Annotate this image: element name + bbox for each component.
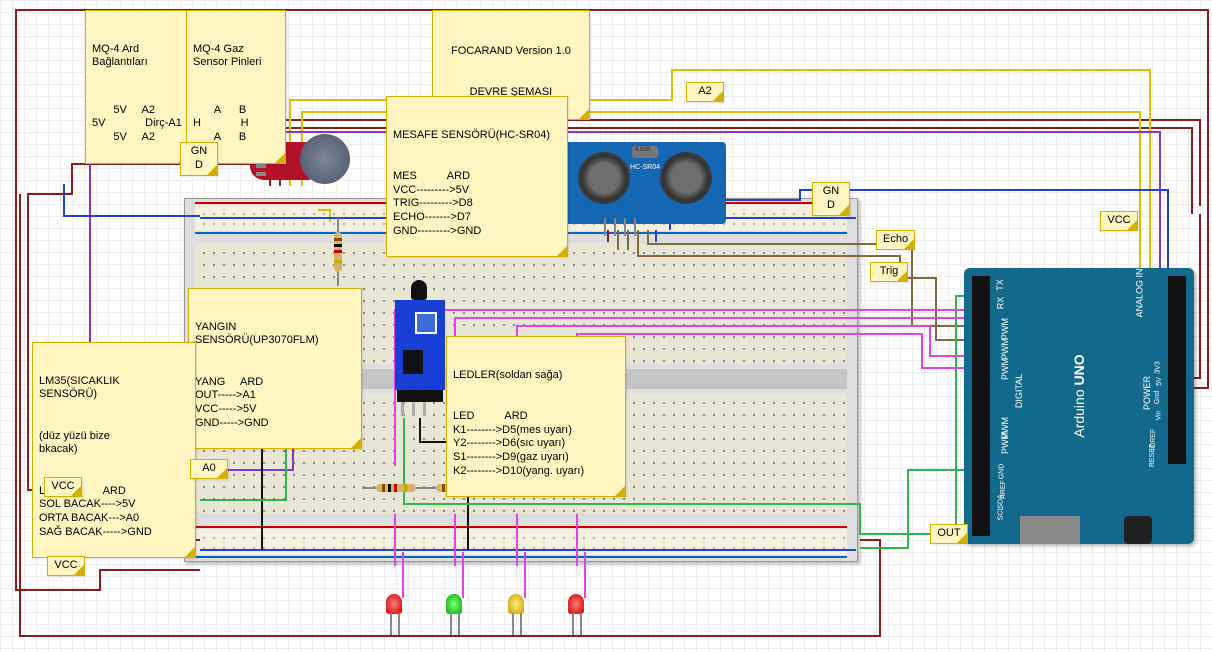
- note-hcsr04: MESAFE SENSÖRÜ(HC-SR04) MES ARD VCC-----…: [386, 96, 568, 257]
- arduino-dc-jack: [1124, 516, 1152, 544]
- ard-lbl-pwm1: PWM: [1000, 318, 1010, 340]
- tag-vcc-2: VCC: [47, 556, 85, 576]
- note-mq4-gas-title: MQ-4 Gaz Sensor Pinleri: [193, 43, 279, 71]
- hcsr04-sensor: 4.000 HC-SR04: [564, 142, 726, 224]
- arduino-analog-power-header: [1168, 276, 1186, 464]
- flame-sensor: [375, 280, 455, 410]
- ard-lbl-vin: Vin: [1156, 411, 1163, 421]
- note-lm35-sub: (düz yüzü bize bkacak): [39, 430, 189, 458]
- ard-lbl-pwm2: PWM: [1000, 338, 1010, 360]
- ard-lbl-sda: SDA: [998, 494, 1005, 508]
- note-flame: YANGIN SENSÖRÜ(UP3070FLM) YANG ARD OUT--…: [188, 288, 362, 449]
- ard-lbl-tx: TX: [995, 279, 1005, 291]
- ard-lbl-analog: ANALOG IN: [1134, 268, 1144, 317]
- tag-gnd-right: GN D: [812, 182, 850, 216]
- tag-gnd-left: GN D: [180, 142, 218, 176]
- note-lm35: LM35(SICAKLIK SENSÖRÜ) (düz yüzü bize bk…: [32, 342, 196, 558]
- ard-lbl-pwm5: PWM: [1000, 432, 1010, 454]
- note-mq4-ard: MQ-4 Ard Bağlantıları 5V A2 5V Dirç-A1 5…: [85, 10, 189, 164]
- ard-lbl-power: POWER: [1142, 376, 1152, 410]
- led-0: [386, 594, 404, 620]
- ard-lbl-scl: SCL: [997, 507, 1004, 521]
- note-hcsr04-body: MES ARD VCC--------->5V TRIG--------->D8…: [393, 170, 561, 239]
- led-2: [508, 594, 526, 620]
- tag-vcc-3: VCC: [1100, 211, 1138, 231]
- note-leds-body: LED ARD K1-------->D5(mes uyarı) Y2-----…: [453, 410, 619, 479]
- note-hcsr04-title: MESAFE SENSÖRÜ(HC-SR04): [393, 129, 561, 143]
- arduino-digital-header: [972, 276, 990, 536]
- tag-a2: A2: [686, 82, 724, 102]
- note-lm35-title: LM35(SICAKLIK SENSÖRÜ): [39, 375, 189, 403]
- tag-a0: A0: [190, 459, 228, 479]
- tag-trig: Trig: [870, 262, 908, 282]
- tag-echo: Echo: [876, 230, 915, 250]
- ard-lbl-5v: 5V: [1156, 377, 1163, 386]
- ard-lbl-gnd2: GND: [998, 464, 1005, 480]
- note-mq4-ard-title: MQ-4 Ard Bağlantıları: [92, 43, 182, 71]
- ard-lbl-pwm3: PWM: [1000, 358, 1010, 380]
- mq4-resistor: [334, 232, 342, 272]
- arduino-uno: Arduino UNO TX RX PWM PWM PWM PWM PWM DI…: [964, 268, 1194, 544]
- ard-lbl-digital: DIGITAL: [1014, 374, 1024, 408]
- note-leds: LEDLER(soldan sağa) LED ARD K1-------->D…: [446, 336, 626, 497]
- arduino-usb-port: [1020, 516, 1080, 544]
- led-3: [568, 594, 586, 620]
- title-line1: FOCARAND Version 1.0: [451, 45, 571, 59]
- hcsr04-brand: 4.000: [635, 147, 650, 153]
- note-mq4-gas: MQ-4 Gaz Sensor Pinleri A B H H A B: [186, 10, 286, 164]
- arduino-name: Arduino: [1071, 389, 1087, 437]
- ard-lbl-3v3: 3V3: [1154, 361, 1161, 373]
- tag-out: OUT: [930, 524, 968, 544]
- note-mq4-gas-body: A B H H A B: [193, 104, 279, 145]
- hcsr04-label: HC-SR04: [630, 164, 660, 171]
- ard-lbl-reset: RESET: [1149, 444, 1156, 467]
- ard-lbl-gnd: Gnd: [1154, 391, 1161, 404]
- ard-lbl-rx: RX: [995, 297, 1005, 310]
- arduino-model: UNO: [1071, 354, 1087, 385]
- led-1: [446, 594, 464, 620]
- note-leds-title: LEDLER(soldan sağa): [453, 369, 619, 383]
- note-mq4-ard-body: 5V A2 5V Dirç-A1 5V A2: [92, 104, 182, 145]
- tag-vcc-1: VCC: [44, 477, 82, 497]
- led-resistor-0: [376, 484, 416, 492]
- note-flame-body: YANG ARD OUT----->A1 VCC----->5V GND----…: [195, 376, 355, 431]
- note-flame-title: YANGIN SENSÖRÜ(UP3070FLM): [195, 321, 355, 349]
